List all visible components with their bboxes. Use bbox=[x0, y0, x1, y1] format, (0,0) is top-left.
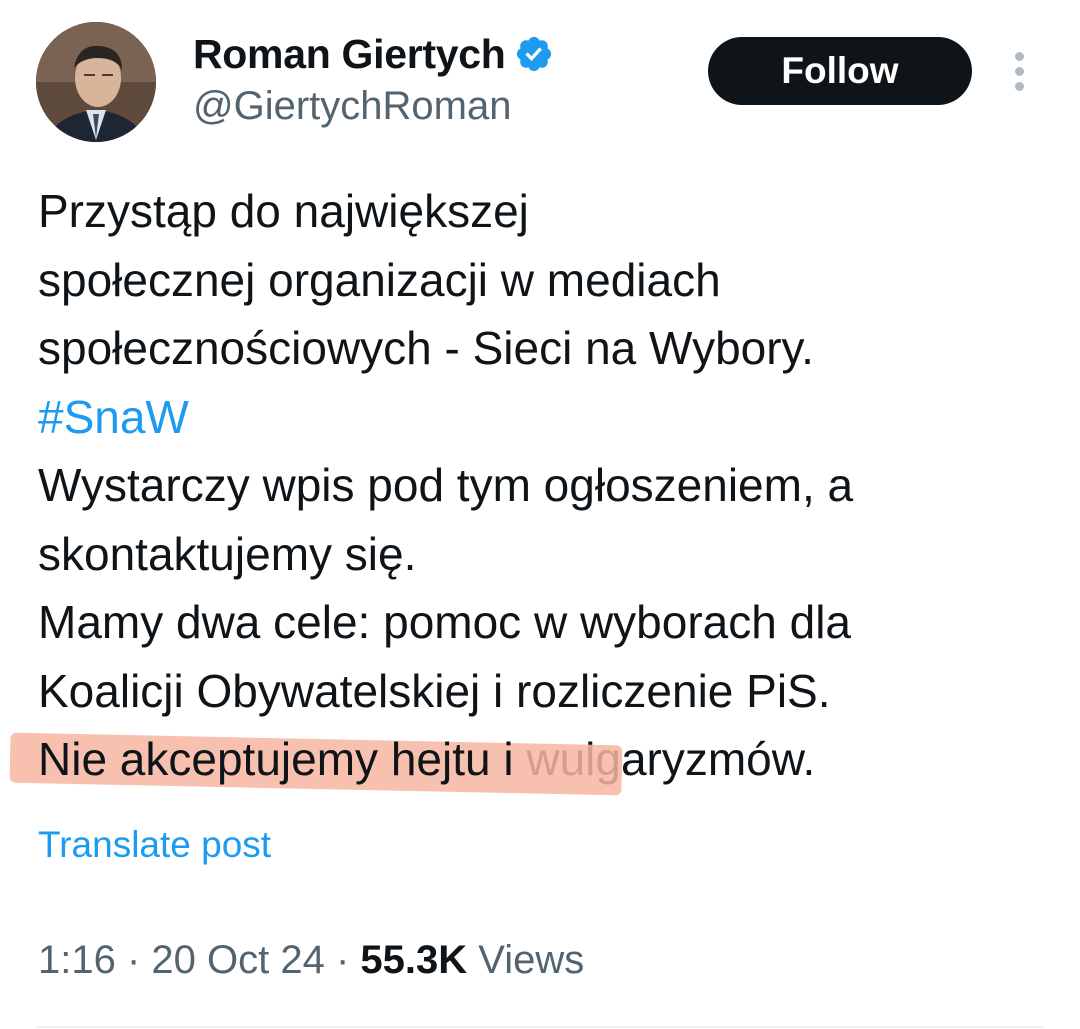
tweet-date[interactable]: 20 Oct 24 bbox=[151, 938, 324, 982]
tweet-line: Mamy dwa cele: pomoc w wyborach dla bbox=[38, 596, 851, 648]
tweet-line: społecznościowych - Sieci na Wybory. bbox=[38, 322, 814, 374]
avatar-photo bbox=[36, 22, 156, 142]
author-handle[interactable]: @GiertychRoman bbox=[193, 84, 511, 129]
tweet-header: Roman Giertych @GiertychRoman Follow bbox=[0, 0, 1080, 160]
avatar[interactable] bbox=[36, 22, 156, 142]
more-vertical-icon[interactable] bbox=[1008, 52, 1030, 92]
views-count[interactable]: 55.3K bbox=[360, 938, 467, 982]
meta-separator: · bbox=[324, 938, 361, 982]
divider bbox=[36, 1026, 1044, 1028]
hashtag-link[interactable]: #SnaW bbox=[38, 383, 1068, 452]
author-display-name[interactable]: Roman Giertych bbox=[193, 31, 506, 78]
tweet-line: społecznej organizacji w mediach bbox=[38, 253, 721, 306]
verified-badge-icon[interactable] bbox=[514, 34, 554, 74]
tweet-text: Przystąp do największej społecznej organ… bbox=[9, 177, 1068, 796]
tweet-line-last: Nie akceptujemy hejtu i wulgaryzmów. bbox=[9, 725, 1068, 796]
tweet-meta: 1:16 · 20 Oct 24 · 55.3K Views bbox=[38, 938, 584, 983]
tweet-line: skontaktujemy się. bbox=[38, 527, 417, 580]
follow-button[interactable]: Follow bbox=[708, 37, 972, 105]
tweet-time[interactable]: 1:16 bbox=[38, 938, 116, 982]
author-name-row[interactable]: Roman Giertych bbox=[193, 26, 554, 82]
tweet-line: Wystarczy wpis pod tym ogłoszeniem, a bbox=[38, 459, 854, 511]
tweet-line: Przystąp do największej bbox=[38, 185, 529, 237]
views-label: Views bbox=[467, 938, 585, 982]
highlighted-phrase: Nie akceptujemy hejtu i bbox=[9, 725, 623, 796]
highlighted-text: Nie akceptujemy hejtu i bbox=[38, 733, 514, 785]
tweet-line: Koalicji Obywatelskiej i rozliczenie PiS… bbox=[38, 664, 831, 717]
meta-separator: · bbox=[115, 938, 152, 982]
translate-post-link[interactable]: Translate post bbox=[38, 824, 271, 866]
